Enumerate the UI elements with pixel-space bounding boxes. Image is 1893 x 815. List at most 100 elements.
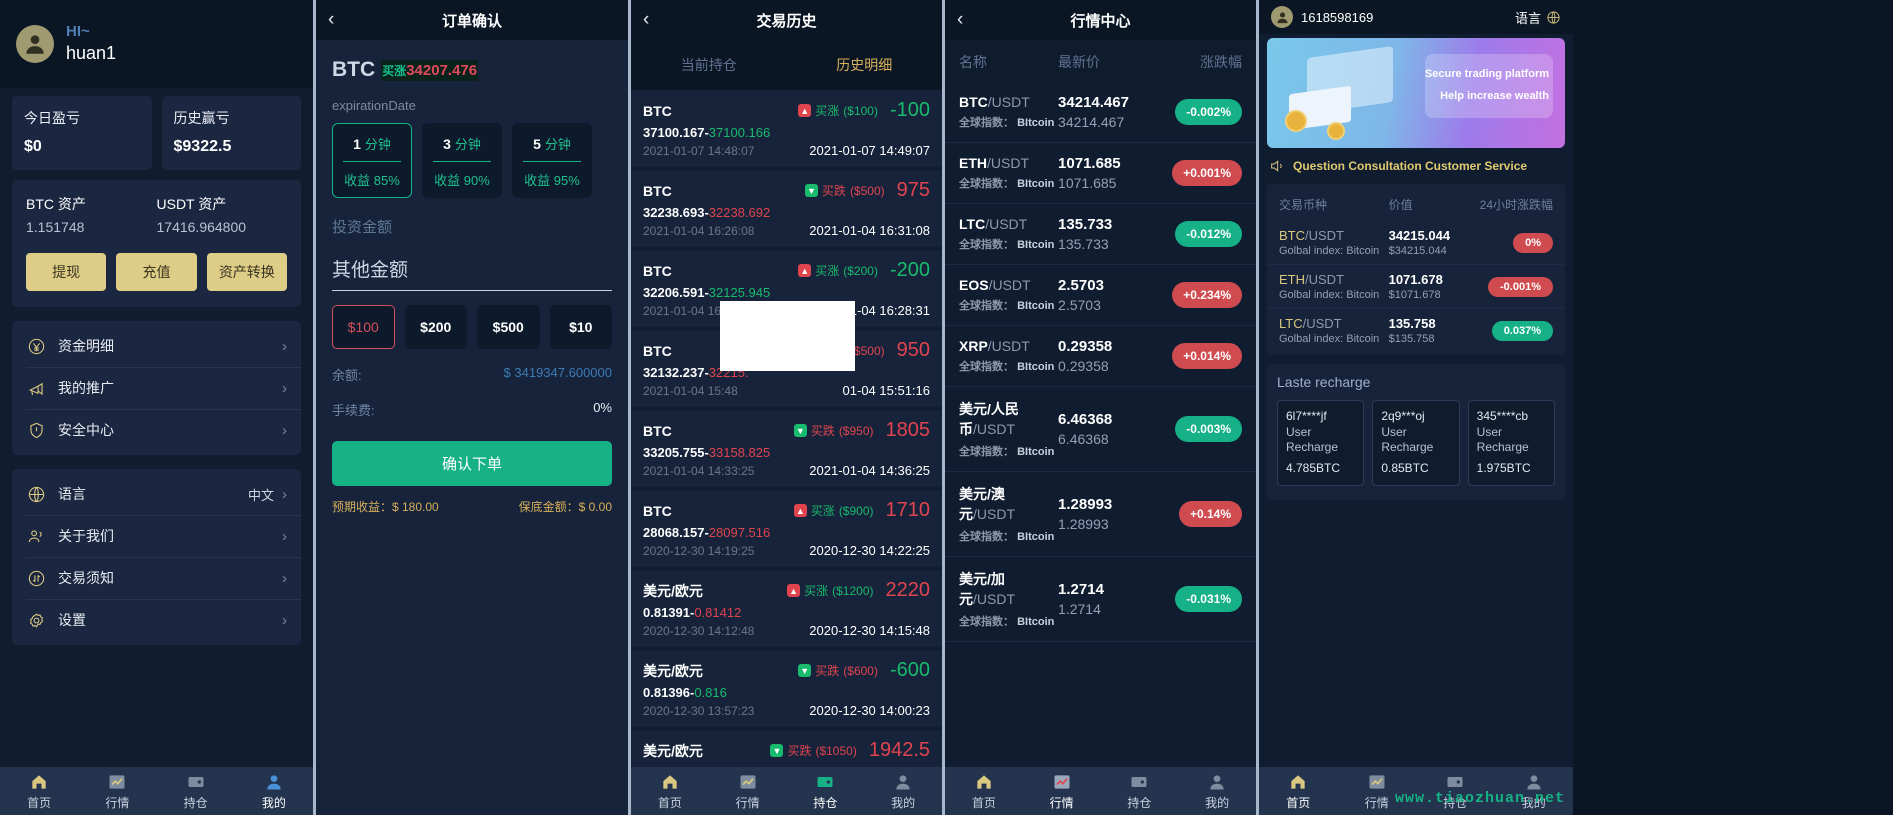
row-pair: ETH/USDT <box>959 155 1029 171</box>
promo-banner[interactable]: Secure trading platform Help increase we… <box>1267 38 1565 148</box>
tab-home[interactable]: 首页 <box>1259 767 1338 815</box>
tab-mine[interactable]: 我的 <box>1178 767 1256 815</box>
row-index: 全球指数： BItcoin <box>959 178 1055 190</box>
row-open-time: 2020-12-30 13:57:23 <box>643 704 755 718</box>
row-price: 135.758 <box>1388 316 1436 331</box>
row-index: 全球指数： BItcoin <box>959 117 1055 129</box>
chart-icon <box>1054 774 1070 789</box>
customer-service-notice[interactable]: Question Consultation Customer Service <box>1259 148 1573 184</box>
screenshot-root: HI~ huan1 今日盈亏 $0 历史赢亏 $9322.5 BTC 资产 1.… <box>0 0 1893 815</box>
expiration-option-3min[interactable]: 3 分钟 收益 90% <box>422 123 502 198</box>
list-item: 6l7****jf User Recharge 4.785BTC <box>1277 400 1365 486</box>
table-row[interactable]: BTC/USDT Golbal index: Bitcoin 34215.044 $3… <box>1267 221 1565 265</box>
tab-positions[interactable]: 持仓 <box>157 767 235 815</box>
table-row[interactable]: 美元/欧元 ▲ 买涨 ($1200) 2220 0.81391-0.81412 2020-1… <box>631 570 942 647</box>
table-row[interactable]: LTC/USDT Golbal index: Bitcoin 135.758 $135… <box>1267 309 1565 352</box>
tab-market[interactable]: 行情 <box>709 767 787 815</box>
other-amount-input[interactable]: 其他金额 <box>332 255 612 291</box>
row-last-price: 0.29358 <box>1058 338 1113 355</box>
tab-label: 首页 <box>657 795 682 810</box>
row-symbol: BTC <box>643 102 672 119</box>
amount-option-200[interactable]: $200 <box>404 305 467 349</box>
menu-item-settings[interactable]: 设置 › <box>12 599 301 641</box>
status-badge: +0.234% <box>1172 282 1242 308</box>
asset-convert-button[interactable]: 资产转换 <box>206 253 287 291</box>
btc-asset-label: BTC 资产 <box>26 196 86 212</box>
table-row[interactable]: LTC/USDT 全球指数： BItcoin 135.733 135.733 -0.01… <box>945 204 1256 265</box>
expiration-option-1min[interactable]: 1 分钟 收益 85% <box>332 123 412 198</box>
recharge-user: 345****cb <box>1476 409 1529 423</box>
wallet-icon <box>817 776 833 787</box>
row-close-time: 2020-12-30 14:00:23 <box>809 703 930 718</box>
tab-positions[interactable]: 持仓 <box>1101 767 1179 815</box>
wallet-icon <box>1131 776 1147 787</box>
menu-item-my-promotion[interactable]: 我的推广 › <box>12 367 301 409</box>
table-row[interactable]: BTC ▼ 买跌 ($950) 1805 33205.755-33158.825 2021-… <box>631 410 942 487</box>
banner-line-2: Help increase wealth <box>1440 90 1549 102</box>
amount-options: $100 $200 $500 $10 <box>332 305 612 349</box>
arrow-down-icon: ▼ <box>804 184 818 197</box>
col-symbol: 交易币种 <box>1279 198 1328 212</box>
menu-group-settings: 语言 中文 › 关于我们 › 交易须知 › 设置 › <box>12 469 301 645</box>
menu-item-language[interactable]: 语言 中文 › <box>12 473 301 515</box>
col-name: 名称 <box>959 54 987 70</box>
table-row[interactable]: 美元/加元/USDT 全球指数： BItcoin 1.2714 1.2714 -0.03… <box>945 557 1256 642</box>
row-price-usd: $34215.044 <box>1388 245 1447 257</box>
row-last-price: 135.733 <box>1058 216 1113 233</box>
tab-positions[interactable]: 持仓 <box>787 767 865 815</box>
menu-item-about-us[interactable]: 关于我们 › <box>12 515 301 557</box>
banner-coin-icon <box>1285 110 1307 132</box>
table-row[interactable]: ETH/USDT Golbal index: Bitcoin 1071.678 $10… <box>1267 265 1565 309</box>
amount-option-10[interactable]: $10 <box>549 305 612 349</box>
tab-mine[interactable]: 我的 <box>864 767 942 815</box>
amount-option-500[interactable]: $500 <box>477 305 540 349</box>
arrow-up-icon: ▲ <box>793 504 807 517</box>
row-index-price: 1.28993 <box>1058 516 1109 532</box>
home-icon <box>977 774 991 789</box>
back-icon[interactable]: ‹ <box>643 0 649 40</box>
back-icon[interactable]: ‹ <box>957 0 963 40</box>
status-badge: -0.002% <box>1175 99 1242 125</box>
tab-home[interactable]: 首页 <box>0 767 78 815</box>
tab-market[interactable]: 行情 <box>1023 767 1101 815</box>
row-symbol: 美元/欧元 <box>643 662 703 679</box>
status-badge: -0.003% <box>1175 416 1242 442</box>
chevron-right-icon: › <box>282 421 287 439</box>
row-index: 全球指数： BItcoin <box>959 361 1055 373</box>
table-row[interactable]: BTC/USDT 全球指数： BItcoin 34214.467 34214.467 -… <box>945 82 1256 143</box>
table-row[interactable]: BTC ▲ 买涨 ($900) 1710 28068.157-28097.516 2020-… <box>631 490 942 567</box>
table-row[interactable]: ETH/USDT 全球指数： BItcoin 1071.685 1071.685 +0.… <box>945 143 1256 204</box>
table-row[interactable]: 美元/澳元/USDT 全球指数： BItcoin 1.28993 1.28993 +0.… <box>945 472 1256 557</box>
usdt-asset: USDT 资产 17416.964800 <box>157 194 288 235</box>
table-row[interactable]: BTC ▲ 买涨 ($100) -100 37100.167-37100.166 2021-… <box>631 90 942 167</box>
table-row[interactable]: XRP/USDT 全球指数： BItcoin 0.29358 0.29358 +0.01… <box>945 326 1256 387</box>
table-row[interactable]: BTC ▼ 买跌 ($500) 975 32238.693-32238.692 2021-0… <box>631 170 942 247</box>
tab-home[interactable]: 首页 <box>631 767 709 815</box>
recharge-button[interactable]: 充值 <box>116 253 197 291</box>
stats-row: 今日盈亏 $0 历史赢亏 $9322.5 <box>0 88 313 170</box>
tab-market[interactable]: 行情 <box>78 767 156 815</box>
menu-item-trading-notice[interactable]: 交易须知 › <box>12 557 301 599</box>
language-switch[interactable]: 语言 <box>1515 8 1561 27</box>
expiration-option-5min[interactable]: 5 分钟 收益 95% <box>512 123 592 198</box>
row-close-time: 2020-12-30 14:15:48 <box>809 623 930 638</box>
row-close-time: 2021-01-04 14:36:25 <box>809 463 930 478</box>
menu-item-security-center[interactable]: 安全中心 › <box>12 409 301 451</box>
tab-mine[interactable]: 我的 <box>235 767 313 815</box>
chevron-right-icon: › <box>282 527 287 545</box>
confirm-order-button[interactable]: 确认下单 <box>332 441 612 486</box>
tab-label: 首页 <box>971 795 996 810</box>
bottom-tabbar: 首页 行情 持仓 我的 <box>0 767 313 815</box>
table-row[interactable]: 美元/人民币/USDT 全球指数： BItcoin 6.46368 6.46368 -0… <box>945 387 1256 472</box>
tab-current-positions[interactable]: 当前持仓 <box>631 40 787 90</box>
back-icon[interactable]: ‹ <box>328 0 334 40</box>
tab-home[interactable]: 首页 <box>945 767 1023 815</box>
tab-label: 行情 <box>105 795 130 810</box>
tab-history-details[interactable]: 历史明细 <box>787 40 943 90</box>
row-prices: 33205.755-33158.825 2021-01-04 14:33:25 <box>643 445 771 478</box>
amount-option-100[interactable]: $100 <box>332 305 395 349</box>
table-row[interactable]: EOS/USDT 全球指数： BItcoin 2.5703 2.5703 +0.234% <box>945 265 1256 326</box>
menu-item-fund-details[interactable]: 资金明细 › <box>12 325 301 367</box>
table-row[interactable]: 美元/欧元 ▼ 买跌 ($600) -600 0.81396-0.816 2020-12-3… <box>631 650 942 727</box>
withdraw-button[interactable]: 提现 <box>26 253 107 291</box>
